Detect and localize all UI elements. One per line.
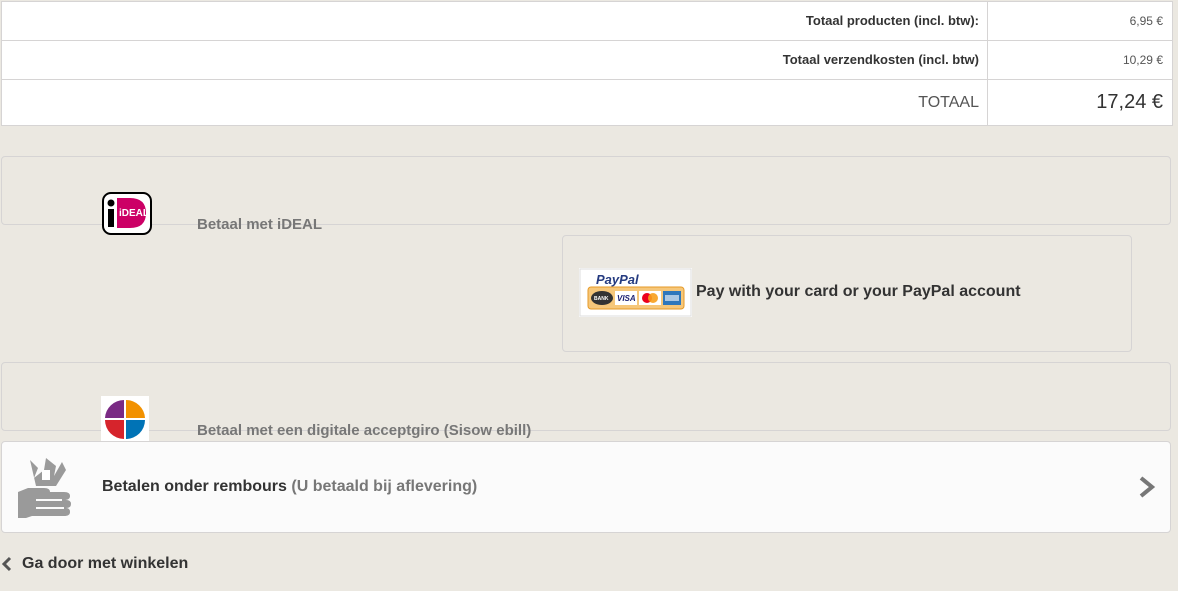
totals-row-products: Totaal producten (incl. btw): 6,95 € bbox=[2, 2, 1172, 41]
payment-option-cod[interactable]: Betalen onder rembours (U betaald bij af… bbox=[1, 441, 1171, 533]
continue-shopping-link[interactable]: Ga door met winkelen bbox=[2, 553, 188, 575]
totals-total-label: TOTAAL bbox=[2, 80, 988, 125]
sisow-logo-icon[interactable] bbox=[101, 396, 149, 442]
totals-shipping-label: Totaal verzendkosten (incl. btw) bbox=[2, 41, 988, 79]
chevron-left-icon bbox=[2, 556, 12, 572]
totals-products-value: 6,95 € bbox=[1129, 14, 1163, 28]
sisow-label[interactable]: Betaal met een digitale acceptgiro (Siso… bbox=[197, 422, 531, 439]
totals-row-shipping: Totaal verzendkosten (incl. btw) 10,29 € bbox=[2, 41, 1172, 80]
paypal-logo-text: PayPal bbox=[596, 272, 639, 287]
paypal-label[interactable]: Pay with your card or your PayPal accoun… bbox=[696, 283, 1021, 301]
ideal-label[interactable]: Betaal met iDEAL bbox=[197, 216, 322, 233]
chevron-right-icon[interactable] bbox=[1138, 475, 1156, 499]
ideal-logo-icon[interactable]: iDEAL bbox=[102, 192, 152, 235]
totals-row-total: TOTAAL 17,24 € bbox=[2, 80, 1172, 125]
totals-total-value: 17,24 € bbox=[1096, 91, 1163, 113]
cash-hand-icon bbox=[18, 458, 71, 518]
cod-sublabel: (U betaald bij aflevering) bbox=[291, 478, 478, 495]
totals-shipping-value: 10,29 € bbox=[1122, 53, 1163, 67]
paypal-logo-icon[interactable]: PayPal BANK VISA bbox=[579, 268, 692, 317]
payment-option-sisow[interactable] bbox=[1, 362, 1171, 431]
paypal-card-bank: BANK bbox=[594, 296, 609, 302]
cart-totals-table: Totaal producten (incl. btw): 6,95 € Tot… bbox=[1, 1, 1173, 126]
payment-option-ideal[interactable] bbox=[1, 156, 1171, 225]
ideal-logo-text: iDEAL bbox=[119, 208, 149, 219]
cod-label: Betalen onder rembours bbox=[102, 478, 287, 495]
paypal-card-visa: VISA bbox=[617, 294, 636, 303]
totals-products-label: Totaal producten (incl. btw): bbox=[2, 2, 988, 40]
continue-shopping-label: Ga door met winkelen bbox=[22, 555, 189, 572]
cod-label-wrap[interactable]: Betalen onder rembours (U betaald bij af… bbox=[102, 478, 477, 496]
